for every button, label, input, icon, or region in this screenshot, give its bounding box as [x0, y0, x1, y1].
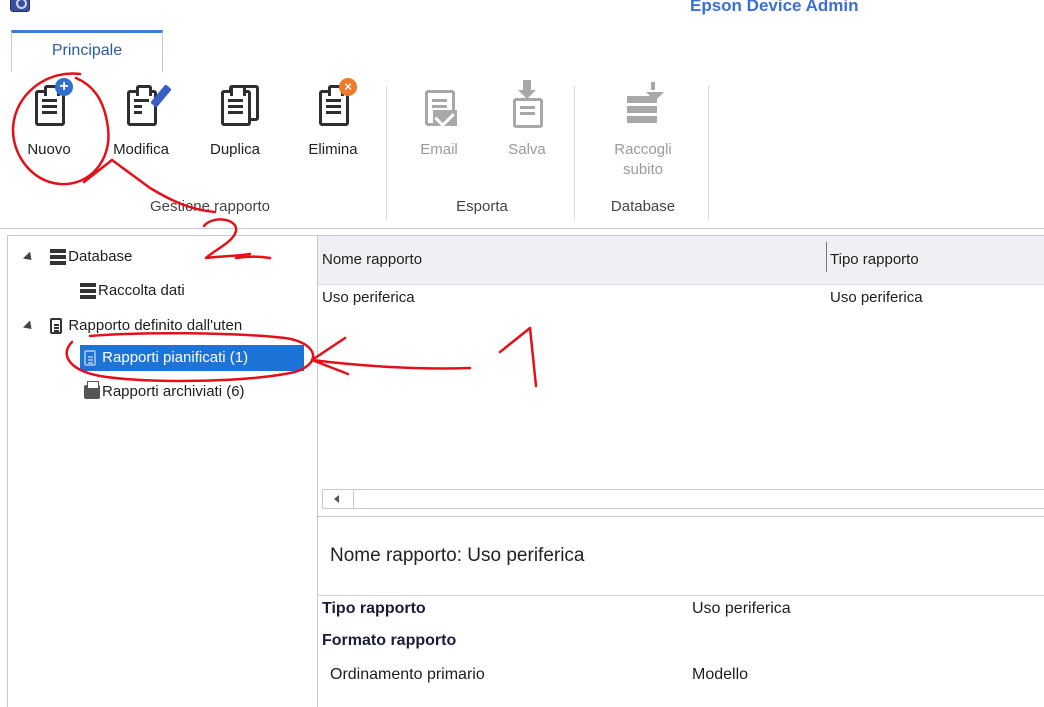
save-button[interactable]: Salva — [492, 80, 562, 160]
divider — [318, 595, 1044, 596]
prop-key: Formato rapporto — [322, 632, 457, 649]
edit-report-icon — [121, 82, 172, 130]
scroll-left-icon[interactable] — [323, 490, 354, 508]
tree-item-raccolta-dati[interactable]: Raccolta dati — [80, 278, 185, 304]
save-icon — [507, 80, 547, 130]
navigation-tree: Database Raccolta dati Rapporto definito… — [7, 235, 318, 707]
delete-report-icon: × — [313, 78, 357, 130]
app-title: Epson Device Admin — [690, 0, 859, 15]
prop-key: Tipo rapporto — [322, 600, 426, 617]
column-resize-handle[interactable] — [826, 242, 827, 272]
expand-caret-icon[interactable] — [22, 320, 36, 333]
tree-item-label: Rapporti pianificati (1) — [102, 349, 249, 366]
tree-item-label: Rapporti archiviati (6) — [102, 383, 245, 400]
prop-key: Ordinamento primario — [330, 666, 485, 683]
prop-value: Modello — [692, 666, 749, 683]
collect-now-button[interactable]: Raccogli subito — [598, 82, 688, 180]
ribbon-group-divider — [386, 86, 387, 220]
list-header: Nome rapporto Tipo rapporto — [318, 236, 1044, 285]
tree-item-user-defined-report[interactable]: Rapporto definito dall'uten — [22, 313, 243, 339]
tab-principale[interactable]: Principale — [11, 30, 163, 72]
edit-button[interactable]: Modifica — [104, 82, 178, 160]
app-logo-icon — [10, 0, 30, 12]
group-label-esporta: Esporta — [456, 198, 508, 215]
new-button-label: Nuovo — [27, 141, 71, 158]
duplicate-button-label: Duplica — [209, 141, 261, 158]
horizontal-scrollbar[interactable] — [322, 489, 1044, 509]
report-details: Nome rapporto: Uso periferica Tipo rappo… — [318, 516, 1044, 707]
ribbon-tab-strip: Principale — [0, 30, 1044, 73]
table-row[interactable]: Uso periferica Uso periferica — [318, 284, 1044, 312]
duplicate-button[interactable]: Duplica — [200, 82, 270, 160]
tree-item-label: Rapporto definito dall'uten — [68, 317, 243, 334]
report-icon — [50, 318, 63, 335]
tree-item-label: Raccolta dati — [98, 282, 185, 299]
archive-icon — [84, 381, 100, 400]
tree-item-label: Database — [68, 248, 133, 265]
cell-report-type: Uso periferica — [830, 289, 923, 306]
prop-value: Uso periferica — [692, 600, 791, 617]
delete-button[interactable]: × Elimina — [296, 78, 370, 160]
save-button-label: Salva — [508, 141, 546, 158]
database-icon — [50, 249, 67, 266]
duplicate-report-icon — [215, 82, 259, 130]
ribbon: + Nuovo Modifica Duplica × Elimina Email — [0, 72, 1044, 229]
email-button-label: Email — [420, 141, 458, 158]
collect-now-label-line2: subito — [622, 161, 664, 178]
column-header-name[interactable]: Nome rapporto — [322, 236, 422, 284]
group-label-gestione-rapporto: Gestione rapporto — [149, 198, 271, 215]
ribbon-group-divider — [708, 86, 709, 220]
database-icon — [80, 283, 96, 300]
details-title: Nome rapporto: Uso periferica — [330, 545, 585, 566]
edit-button-label: Modifica — [113, 141, 169, 158]
expand-caret-icon[interactable] — [22, 251, 36, 264]
email-icon — [419, 82, 459, 130]
report-icon — [84, 350, 96, 367]
tree-item-database[interactable]: Database — [22, 244, 133, 270]
column-header-type[interactable]: Tipo rapporto — [830, 236, 919, 284]
report-list: Nome rapporto Tipo rapporto Uso periferi… — [318, 235, 1044, 517]
email-button[interactable]: Email — [404, 82, 474, 160]
ribbon-group-divider — [574, 86, 575, 220]
collect-now-label-line1: Raccogli — [614, 141, 672, 158]
new-button[interactable]: + Nuovo — [14, 78, 84, 160]
tree-item-archived-reports[interactable]: Rapporti archiviati (6) — [84, 379, 245, 405]
group-label-database: Database — [610, 198, 676, 215]
new-report-icon: + — [29, 78, 73, 130]
title-bar: Epson Device Admin — [0, 0, 1044, 30]
delete-button-label: Elimina — [308, 141, 358, 158]
tree-item-scheduled-reports[interactable]: Rapporti pianificati (1) — [80, 345, 304, 371]
collect-icon — [623, 82, 664, 130]
cell-report-name: Uso periferica — [322, 289, 415, 306]
